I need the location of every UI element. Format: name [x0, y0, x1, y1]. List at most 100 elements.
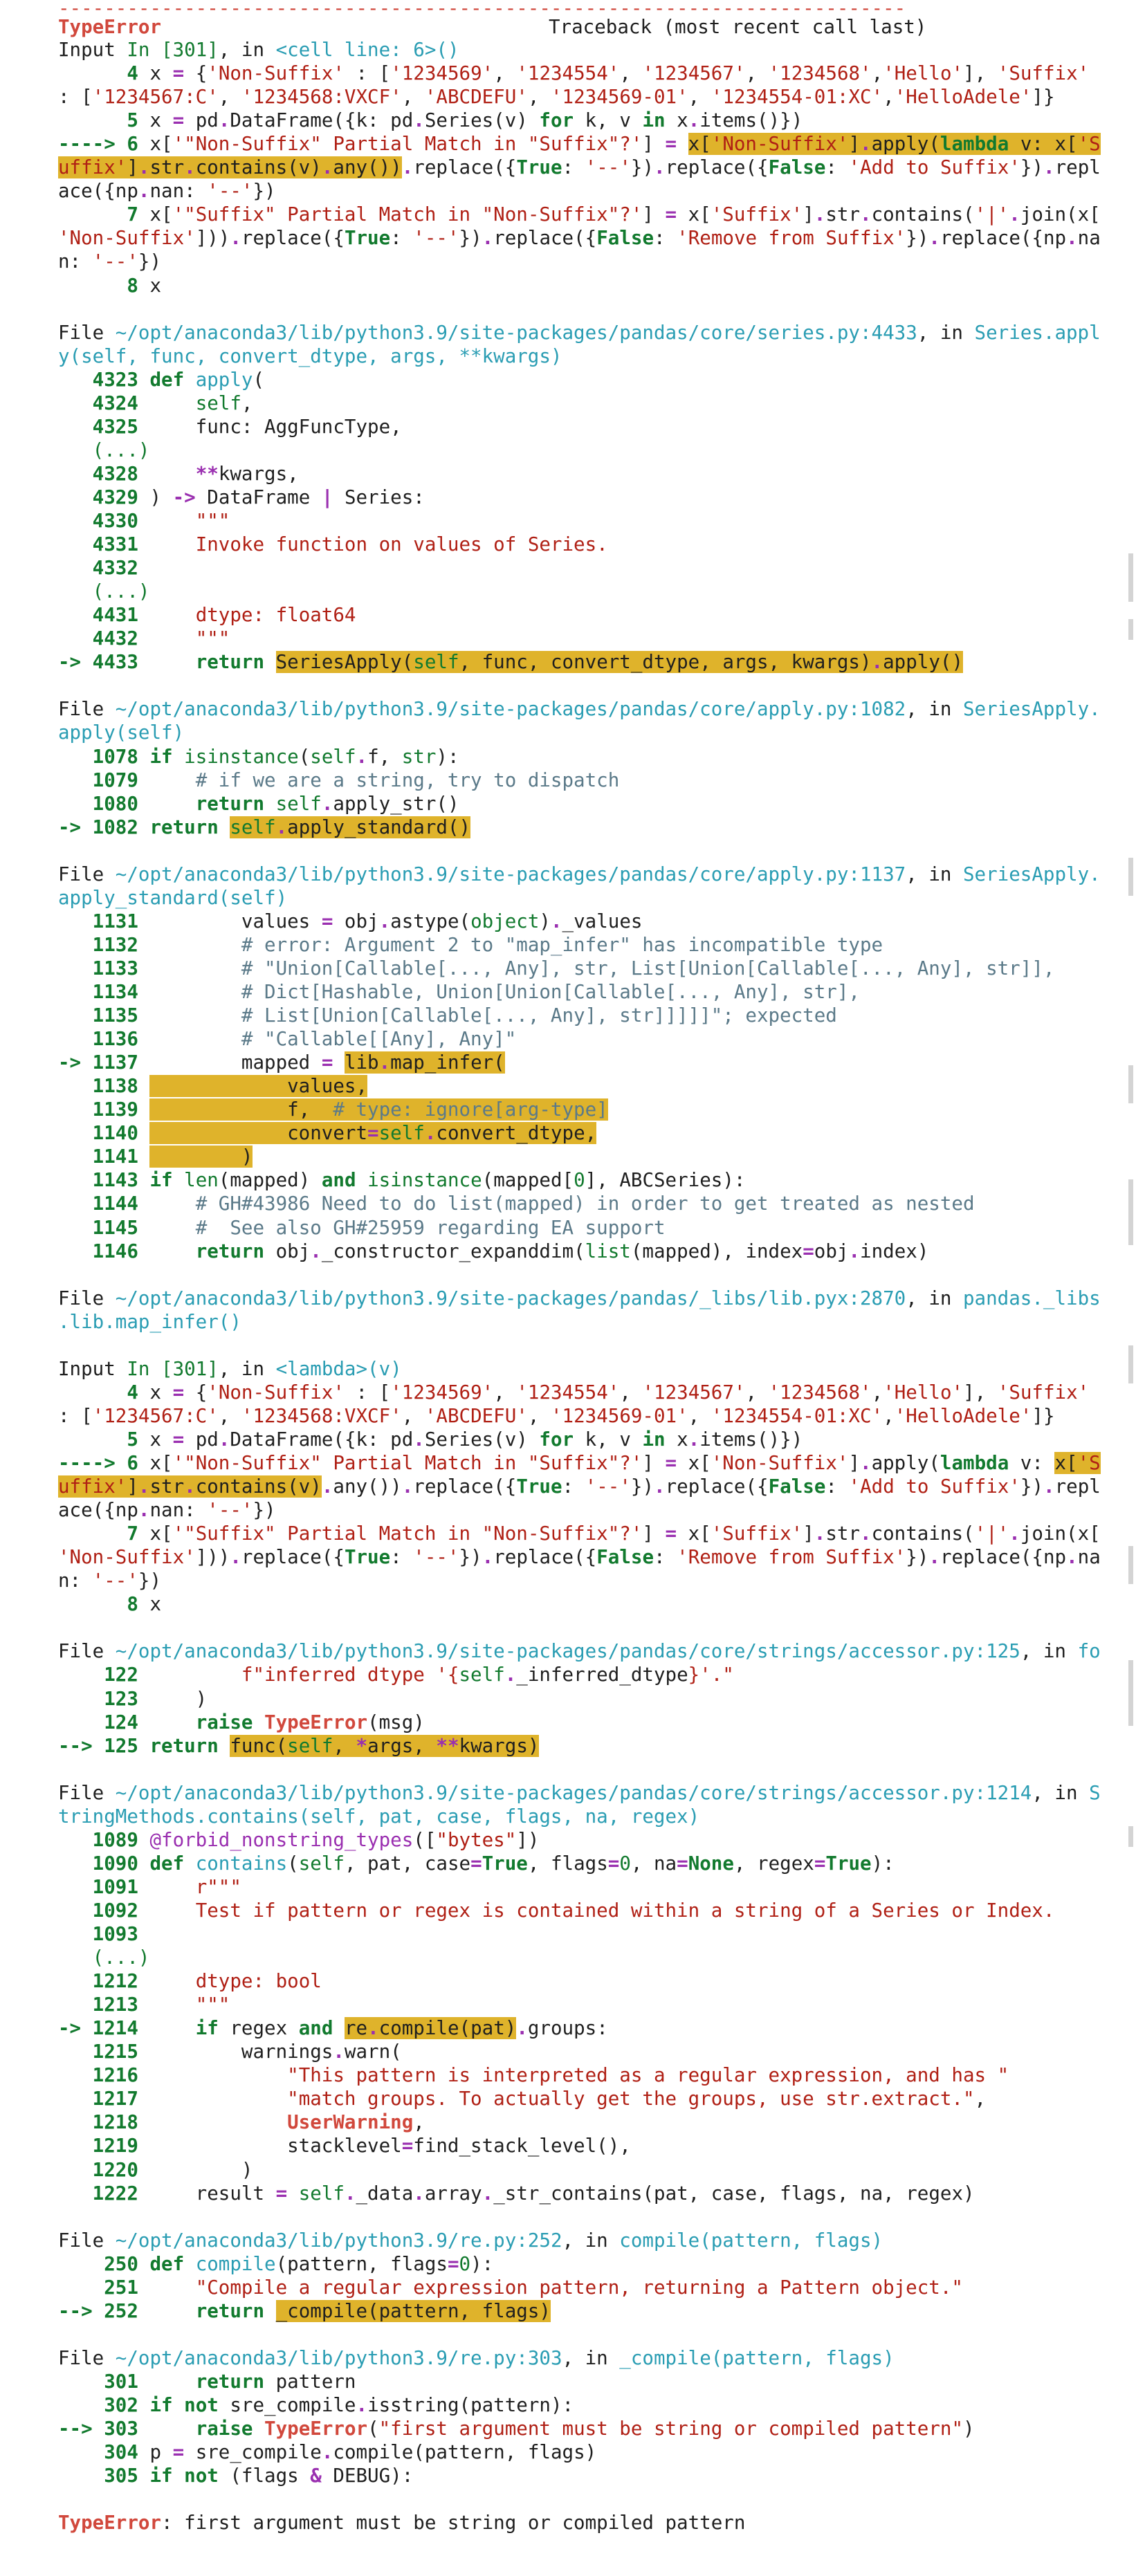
code-token: = — [665, 133, 677, 156]
code-token: ([ — [413, 1828, 437, 1851]
code-line: 1139 f, # type: ignore[arg-type] — [58, 1098, 608, 1121]
code-token: 4328 — [58, 462, 150, 485]
code-token: Series(v) — [424, 109, 540, 132]
code-token: apply(self) — [58, 721, 185, 744]
code-line: 1219 stacklevel=find_stack_level(), — [58, 2134, 631, 2158]
code-line: 4328 **kwargs, — [58, 462, 299, 486]
scrollbar-marker[interactable] — [1128, 553, 1133, 602]
code-token: contains( — [871, 203, 975, 226]
code-token: _values — [562, 910, 643, 932]
code-token: , — [745, 62, 769, 85]
code-line: File ~/opt/anaconda3/lib/python3.9/re.py… — [58, 2346, 895, 2370]
code-token: ----> 6 — [58, 133, 150, 156]
code-token: self — [310, 745, 356, 768]
code-token: replace({ — [413, 156, 517, 179]
code-line: 1136 # "Callable[[Any], Any]" — [58, 1027, 517, 1051]
code-token: warnings — [149, 2041, 333, 2063]
code-token: = — [172, 2441, 185, 2464]
code-token: 1144 — [58, 1193, 150, 1215]
code-line: uffix'].str.contains(v).any()).replace({… — [58, 1475, 1101, 1498]
code-line: 124 raise TypeError(msg) — [58, 1711, 425, 1734]
code-token: . — [356, 2394, 368, 2416]
code-token: ], ABCSeries): — [585, 1169, 746, 1192]
code-token: 1136 — [58, 1028, 150, 1051]
code-token: , na — [630, 1852, 677, 1875]
code-token: ] — [642, 133, 666, 156]
code-token: x[ — [688, 133, 711, 156]
code-token: 4432 — [58, 627, 150, 650]
code-token: fo — [1077, 1640, 1101, 1663]
code-token: '"Non-Suffix" Partial Match in "Suffix"?… — [172, 133, 643, 156]
code-token: . — [321, 792, 333, 815]
code-token: , — [871, 62, 883, 85]
scrollbar-marker[interactable] — [1128, 1546, 1133, 1584]
code-token: True — [516, 1475, 562, 1498]
code-token: = — [401, 2135, 414, 2158]
code-token: self — [287, 1734, 333, 1757]
code-token: ( — [367, 2418, 379, 2440]
code-token: , in — [906, 863, 963, 885]
code-token: 1078 — [58, 745, 150, 768]
code-line: 1091 r""" — [58, 1875, 241, 1899]
code-token: f, — [367, 745, 402, 768]
code-token: _constructor_expanddim( — [321, 1240, 585, 1262]
scrollbar-marker[interactable] — [1128, 1065, 1133, 1103]
code-token: n: — [58, 1570, 93, 1592]
code-token: contains(v) — [195, 156, 322, 179]
scrollbar-marker[interactable] — [1128, 1660, 1133, 1726]
code-token: args, — [367, 1734, 437, 1757]
code-token: }) — [906, 1546, 929, 1569]
code-token: . — [860, 1522, 872, 1545]
code-token: x[ — [677, 1452, 711, 1474]
scrollbar-marker[interactable] — [1128, 1179, 1133, 1245]
code-token: : — [562, 1475, 585, 1498]
code-token: sre_compile — [218, 2394, 356, 2416]
code-token: }'." — [688, 1664, 734, 1686]
code-token: = — [470, 1852, 482, 1875]
code-token: , — [333, 1734, 356, 1757]
code-token: , flags — [527, 1852, 608, 1875]
scrollbar-marker[interactable] — [1128, 858, 1133, 896]
scrollbar-marker[interactable] — [1128, 1826, 1133, 1847]
code-token: 251 — [58, 2276, 150, 2299]
code-token: str — [401, 745, 437, 768]
code-token: ): — [470, 2252, 494, 2275]
code-token: . — [138, 180, 150, 203]
code-token: # "Union[Callable[..., Any], str, List[U… — [241, 957, 1055, 979]
code-token: (mapped[ — [482, 1169, 574, 1192]
code-token: ]} — [1032, 1404, 1055, 1427]
code-token: 'Remove from Suffix' — [677, 1546, 906, 1569]
code-token: File — [58, 1287, 116, 1309]
code-token: | — [321, 486, 333, 508]
code-token: False — [768, 156, 826, 179]
code-token: File — [58, 2229, 116, 2252]
code-line: 301 return pattern — [58, 2370, 356, 2393]
code-token: Invoke function on values of Series. — [195, 533, 608, 556]
code-token: sre_compile — [184, 2441, 322, 2464]
code-token: '--' — [585, 156, 631, 179]
code-token: }) — [138, 1570, 162, 1592]
code-token: return — [149, 1734, 219, 1757]
code-token: str — [825, 1522, 860, 1545]
code-token: .lib.map_infer() — [58, 1310, 241, 1333]
scrollbar-marker[interactable] — [1128, 1345, 1133, 1383]
code-token: 0 — [459, 2252, 471, 2275]
scrollbar-marker[interactable] — [1128, 619, 1133, 640]
code-token: ], — [963, 1381, 998, 1404]
code-line: 1134 # Dict[Hashable, Union[Union[Callab… — [58, 980, 860, 1004]
code-token: ~/opt/anaconda3/lib/python3.9/site-packa… — [115, 1287, 906, 1309]
code-token: '1234554-01:XC' — [711, 86, 883, 109]
code-line: 1218 UserWarning, — [58, 2110, 425, 2134]
code-token: values — [149, 910, 322, 932]
code-token: 123 — [58, 1687, 150, 1710]
code-token: '"Suffix" Partial Match in "Non-Suffix"?… — [172, 1522, 643, 1545]
code-token: """ — [195, 627, 230, 650]
